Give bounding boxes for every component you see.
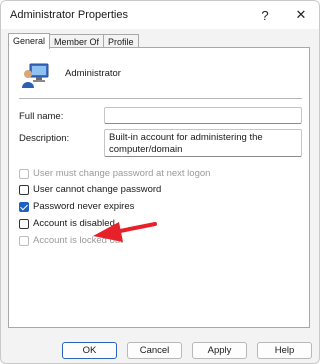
checkbox-label: User must change password at next logon — [33, 168, 211, 179]
checkbox-box[interactable] — [19, 184, 29, 195]
dialog-title: Administrator Properties — [10, 9, 128, 21]
general-panel: Administrator Full name: Description: Bu… — [8, 47, 310, 328]
full-name-field[interactable] — [104, 107, 302, 124]
checkbox-label: Password never expires — [33, 201, 135, 212]
properties-dialog: Administrator Properties ? ✕ General Mem… — [0, 0, 320, 364]
description-label: Description: — [19, 133, 70, 144]
ok-button[interactable]: OK — [62, 342, 117, 359]
computer-user-icon — [22, 63, 49, 88]
must-change-password-checkbox[interactable]: User must change password at next logon — [19, 167, 210, 180]
apply-button[interactable]: Apply — [192, 342, 247, 359]
tab-strip: General Member Of Profile — [8, 33, 139, 49]
help-title-button[interactable]: ? — [247, 1, 283, 29]
description-field[interactable]: Built-in account for administering the c… — [104, 129, 302, 157]
description-line-2: computer/domain — [109, 144, 183, 155]
user-name: Administrator — [65, 68, 121, 79]
separator — [19, 98, 302, 99]
red-arrow-icon — [93, 222, 157, 242]
cancel-button[interactable]: Cancel — [127, 342, 182, 359]
checkbox-box[interactable] — [19, 168, 29, 179]
description-line-1: Built-in account for administering the — [109, 132, 263, 143]
full-name-label: Full name: — [19, 111, 64, 122]
close-button[interactable]: ✕ — [283, 1, 319, 29]
checkbox-box[interactable] — [19, 218, 29, 229]
checkbox-box[interactable] — [19, 201, 29, 212]
title-bar: Administrator Properties ? ✕ — [1, 1, 319, 29]
checkbox-box[interactable] — [19, 235, 29, 246]
dialog-buttons: OK Cancel Apply Help — [1, 342, 319, 360]
tab-general[interactable]: General — [8, 33, 51, 49]
help-button[interactable]: Help — [257, 342, 312, 359]
cannot-change-password-checkbox[interactable]: User cannot change password — [19, 183, 161, 196]
checkbox-label: User cannot change password — [33, 184, 162, 195]
